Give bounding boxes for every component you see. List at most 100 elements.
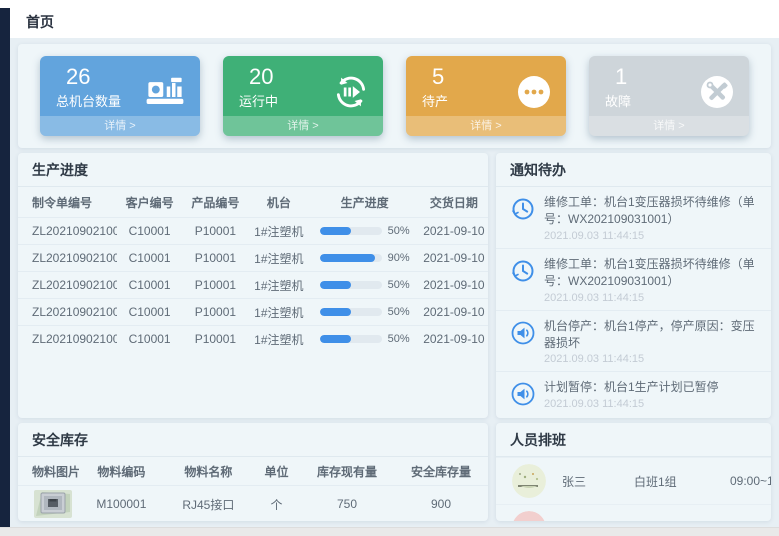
- material-code: M100001: [79, 497, 164, 511]
- order-no: ZL202109021001: [18, 251, 117, 265]
- column-header: 安全库存量: [394, 463, 488, 480]
- stat-card-total-machines[interactable]: 26 总机台数量 详情 >: [40, 56, 200, 136]
- content-area: 26 总机台数量 详情 > 20 运行中: [10, 38, 779, 527]
- delivery-date: 2021-09-10: [420, 278, 488, 292]
- dashboard-page: 首页 26 总机台数量 详情 >: [0, 0, 779, 536]
- product-no: P10001: [182, 305, 248, 319]
- product-no: P10001: [182, 332, 248, 346]
- machine-name: 1#注塑机: [248, 223, 309, 240]
- progress-label: 50%: [388, 279, 410, 291]
- staff-time: 09:00~12:00: [730, 474, 771, 488]
- delivery-date: 2021-09-10: [420, 251, 488, 265]
- rj45-connector-image: [32, 488, 74, 520]
- order-no: ZL202109021001: [18, 278, 117, 292]
- machine-name: 1#注塑机: [248, 277, 309, 294]
- page-title[interactable]: 首页: [26, 12, 54, 32]
- machine-icon: [144, 74, 186, 111]
- table-row: ZL202109021001 C10001 P10001 1#注塑机 90% 2…: [18, 244, 488, 271]
- table-row: ZL202109021001 C10001 P10001 1#注塑机 50% 2…: [18, 298, 488, 325]
- stock-qty: 750: [300, 497, 394, 511]
- order-no: ZL202109021001: [18, 224, 117, 238]
- repair-tools-icon: [699, 74, 735, 115]
- ellipsis-icon: [516, 74, 552, 115]
- panel-title: 人员排班: [496, 423, 771, 457]
- notification-time: 2021.09.03 11:44:15: [544, 398, 719, 410]
- delivery-date: 2021-09-10: [420, 332, 488, 346]
- delivery-date: 2021-09-10: [420, 305, 488, 319]
- stats-panel: 26 总机台数量 详情 > 20 运行中: [18, 44, 771, 148]
- column-header: 物料图片: [18, 463, 79, 480]
- staff-shift: 白班1组: [634, 473, 730, 490]
- table-header-row: 物料图片 物料编码 物料名称 单位 库存现有量 安全库存量: [18, 457, 488, 485]
- product-no: P10001: [182, 278, 248, 292]
- progress-cell: 50%: [309, 225, 419, 237]
- table-row: ZL202109021001 C10001 P10001 1#注塑机 50% 2…: [18, 325, 488, 352]
- notification-item[interactable]: 维修工单：机台1变压器损坏待维修（单号：WX202109031001） 2021…: [496, 187, 771, 249]
- order-no: ZL202109021001: [18, 305, 117, 319]
- sidebar-edge: [0, 8, 10, 527]
- bottom-row: 安全库存 物料图片 物料编码 物料名称 单位 库存现有量 安全库存量 M100: [18, 423, 771, 521]
- table-row: M100001 RJ45接口 个 750 900: [18, 485, 488, 521]
- staff-name: 李四: [562, 520, 634, 521]
- stat-detail-link[interactable]: 详情 >: [589, 116, 749, 136]
- product-no: P10001: [182, 251, 248, 265]
- table-row: ZL202109021001 C10001 P10001 1#注塑机 50% 2…: [18, 271, 488, 298]
- progress-bar: [320, 308, 382, 316]
- customer-no: C10001: [117, 305, 183, 319]
- material-image-cell: [18, 488, 79, 520]
- progress-label: 90%: [388, 252, 410, 264]
- notification-item[interactable]: 维修工单：机台1变压器损坏待维修（单号：WX202109031001） 2021…: [496, 249, 771, 311]
- progress-bar: [320, 227, 382, 235]
- notification-time: 2021.09.03 11:44:15: [544, 230, 759, 242]
- delivery-date: 2021-09-10: [420, 224, 488, 238]
- column-header: 生产进度: [309, 194, 419, 211]
- notification-text: 计划暂停：机台1生产计划已暂停: [544, 379, 719, 396]
- running-cycle-icon: [333, 74, 369, 115]
- progress-cell: 50%: [309, 279, 419, 291]
- customer-no: C10001: [117, 278, 183, 292]
- staff-schedule-panel: 人员排班 张三 白班1组 09:00~12:00 李四 白班2组 12:00~1…: [496, 423, 771, 521]
- safety-inventory-panel: 安全库存 物料图片 物料编码 物料名称 单位 库存现有量 安全库存量 M100: [18, 423, 488, 521]
- panel-title: 通知待办: [496, 153, 771, 187]
- material-name: RJ45接口: [164, 496, 253, 513]
- stat-detail-link[interactable]: 详情 >: [406, 116, 566, 136]
- machine-name: 1#注塑机: [248, 331, 309, 348]
- stat-detail-link[interactable]: 详情 >: [40, 116, 200, 136]
- safety-qty: 900: [394, 497, 488, 511]
- customer-no: C10001: [117, 251, 183, 265]
- notification-text: 维修工单：机台1变压器损坏待维修（单号：WX202109031001）: [544, 194, 759, 229]
- table-header-row: 制令单编号 客户编号 产品编号 机台 生产进度 交货日期: [18, 187, 488, 217]
- stat-card-running[interactable]: 20 运行中 详情 >: [223, 56, 383, 136]
- stat-card-waiting[interactable]: 5 待产 详情 >: [406, 56, 566, 136]
- notification-time: 2021.09.03 11:44:15: [544, 353, 759, 365]
- progress-label: 50%: [388, 225, 410, 237]
- column-header: 制令单编号: [18, 194, 117, 211]
- progress-cell: 50%: [309, 306, 419, 318]
- staff-row: 张三 白班1组 09:00~12:00: [496, 457, 771, 504]
- progress-bar: [320, 335, 382, 343]
- product-no: P10001: [182, 224, 248, 238]
- progress-cell: 90%: [309, 252, 419, 264]
- stat-card-fault[interactable]: 1 故障 详情 >: [589, 56, 749, 136]
- column-header: 物料编码: [79, 463, 164, 480]
- stat-detail-link[interactable]: 详情 >: [223, 116, 383, 136]
- progress-bar: [320, 254, 382, 262]
- breadcrumb-bar: 首页: [0, 0, 779, 38]
- clock-icon: [510, 196, 536, 242]
- progress-label: 50%: [388, 333, 410, 345]
- customer-no: C10001: [117, 224, 183, 238]
- notification-item[interactable]: 机台停产：机台1停产，停产原因：变压器损坏 2021.09.03 11:44:1…: [496, 311, 771, 373]
- progress-bar: [320, 281, 382, 289]
- clock-icon: [510, 258, 536, 304]
- notification-text: 机台停产：机台1停产，停产原因：变压器损坏: [544, 318, 759, 353]
- notification-time: 2021.09.03 11:44:15: [544, 292, 759, 304]
- notification-item[interactable]: 计划暂停：机台1生产计划已暂停 2021.09.03 11:44:15: [496, 372, 771, 418]
- order-no: ZL202109021001: [18, 332, 117, 346]
- panel-title: 生产进度: [18, 153, 488, 187]
- middle-row: 生产进度 制令单编号 客户编号 产品编号 机台 生产进度 交货日期 ZL2021…: [18, 153, 771, 418]
- panel-title: 安全库存: [18, 423, 488, 457]
- horizontal-scrollbar[interactable]: [0, 527, 779, 536]
- avatar: [512, 511, 546, 521]
- column-header: 交货日期: [420, 194, 488, 211]
- staff-row: 李四 白班2组 12:00~16:00: [496, 504, 771, 521]
